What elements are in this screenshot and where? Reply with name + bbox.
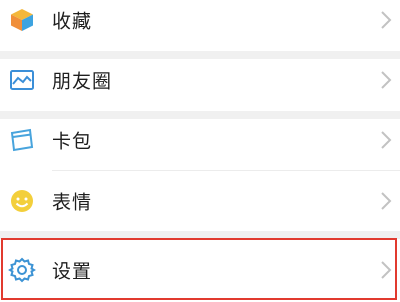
smiley-face-icon bbox=[8, 187, 36, 215]
section-gap bbox=[0, 231, 400, 239]
gear-icon bbox=[8, 256, 36, 284]
card-wallet-icon bbox=[8, 126, 36, 154]
settings-menu: 收藏 朋友圈 卡包 表情 设置 bbox=[0, 0, 400, 302]
menu-item-settings[interactable]: 设置 bbox=[0, 240, 400, 300]
favorites-cube-icon bbox=[8, 6, 36, 34]
chevron-right-icon bbox=[380, 130, 392, 150]
menu-item-stickers[interactable]: 表情 bbox=[0, 171, 400, 231]
menu-item-card-wallet[interactable]: 卡包 bbox=[0, 110, 400, 170]
moments-photo-icon bbox=[8, 66, 36, 94]
menu-item-label: 收藏 bbox=[52, 10, 93, 33]
menu-item-label: 表情 bbox=[52, 191, 93, 214]
menu-item-label: 设置 bbox=[52, 260, 93, 283]
chevron-right-icon bbox=[380, 191, 392, 211]
chevron-right-icon bbox=[380, 260, 392, 280]
chevron-right-icon bbox=[380, 70, 392, 90]
chevron-right-icon bbox=[380, 10, 392, 30]
menu-item-label: 朋友圈 bbox=[52, 70, 113, 93]
menu-item-favorites[interactable]: 收藏 bbox=[0, 0, 400, 50]
menu-item-moments[interactable]: 朋友圈 bbox=[0, 50, 400, 110]
menu-item-label: 卡包 bbox=[52, 130, 93, 153]
